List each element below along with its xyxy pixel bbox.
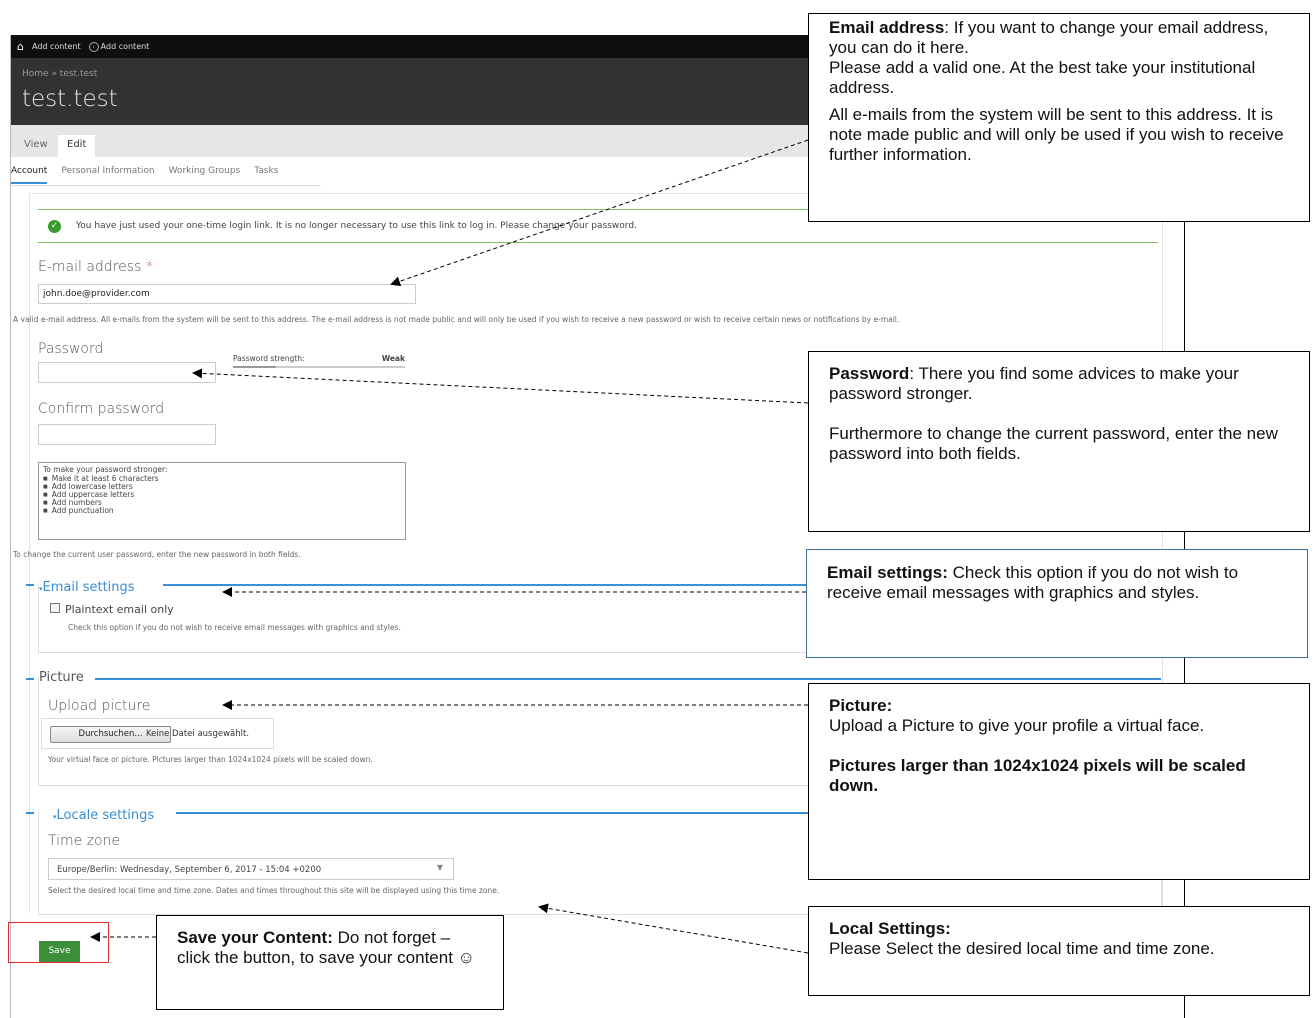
arrow-password — [192, 368, 809, 404]
arrow-locale — [538, 903, 809, 954]
arrow-email — [390, 139, 809, 287]
annotation-arrows — [90, 139, 809, 954]
